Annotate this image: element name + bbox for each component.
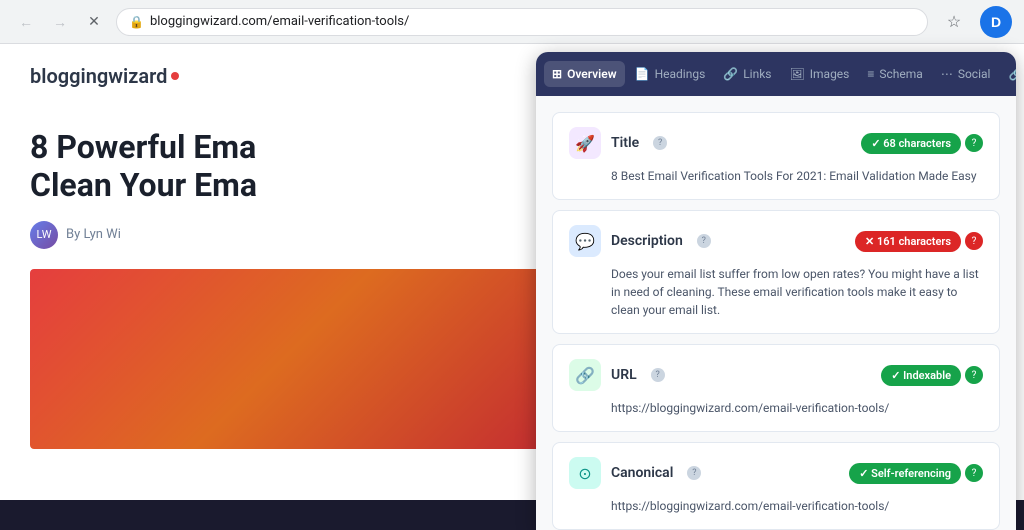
title-row: 🚀 Title ? ✓ 68 characters ? 8 Best Email… bbox=[552, 112, 1000, 200]
url-text: bloggingwizard.com/email-verification-to… bbox=[150, 14, 409, 29]
forward-button[interactable]: → bbox=[46, 8, 74, 36]
back-button[interactable]: ← bbox=[12, 8, 40, 36]
title-help-icon[interactable]: ? bbox=[653, 136, 667, 150]
images-icon: 🖼 bbox=[790, 67, 805, 81]
description-help-icon[interactable]: ? bbox=[697, 234, 711, 248]
title-label: Title bbox=[611, 135, 639, 151]
author-text: By Lyn Wi bbox=[66, 227, 121, 242]
url-row-header: 🔗 URL ? ✓ Indexable ? bbox=[569, 359, 983, 391]
description-row-header: 💬 Description ? ✕ 161 characters ? bbox=[569, 225, 983, 257]
address-bar[interactable]: 🔒 bloggingwizard.com/email-verification-… bbox=[116, 8, 928, 36]
canonical-label: Canonical bbox=[611, 465, 673, 481]
title-icon: 🚀 bbox=[569, 127, 601, 159]
description-label: Description bbox=[611, 233, 683, 249]
canonical-badge-help[interactable]: ? bbox=[965, 464, 983, 482]
url-badge-help[interactable]: ? bbox=[965, 366, 983, 384]
description-icon: 💬 bbox=[569, 225, 601, 257]
bookmark-button[interactable]: ☆ bbox=[940, 8, 968, 36]
nav-buttons: ← → ✕ bbox=[12, 8, 108, 36]
canonical-help-icon[interactable]: ? bbox=[687, 466, 701, 480]
title-value: 8 Best Email Verification Tools For 2021… bbox=[569, 167, 983, 185]
url-icon: 🔗 bbox=[569, 359, 601, 391]
panel-body: 🚀 Title ? ✓ 68 characters ? 8 Best Email… bbox=[536, 96, 1016, 530]
headings-icon: 📄 bbox=[635, 67, 650, 81]
description-badge: ✕ 161 characters bbox=[855, 231, 961, 252]
title-label-group: 🚀 Title ? bbox=[569, 127, 667, 159]
lock-icon: 🔒 bbox=[129, 15, 144, 29]
url-help-icon[interactable]: ? bbox=[651, 368, 665, 382]
reload-button[interactable]: ✕ bbox=[80, 8, 108, 36]
tab-schema[interactable]: ≡ Schema bbox=[859, 61, 930, 87]
url-badge-group: ✓ Indexable ? bbox=[881, 365, 983, 386]
canonical-value: https://bloggingwizard.com/email-verific… bbox=[569, 497, 983, 515]
seo-panel: ⊞ Overview 📄 Headings 🔗 Links 🖼 Images ≡… bbox=[536, 52, 1016, 530]
page-area: bloggingwizard 8 Powerful Ema Clean Your… bbox=[0, 44, 1024, 530]
url-label: URL bbox=[611, 367, 637, 383]
title-badge: ✓ 68 characters bbox=[861, 133, 961, 154]
canonical-row-header: ⊙ Canonical ? ✓ Self-referencing ? bbox=[569, 457, 983, 489]
tab-overview[interactable]: ⊞ Overview bbox=[544, 61, 625, 87]
url-row: 🔗 URL ? ✓ Indexable ? https://bloggingwi… bbox=[552, 344, 1000, 432]
tab-links[interactable]: 🔗 Links bbox=[715, 61, 779, 87]
url-badge: ✓ Indexable bbox=[881, 365, 961, 386]
title-row-header: 🚀 Title ? ✓ 68 characters ? bbox=[569, 127, 983, 159]
description-label-group: 💬 Description ? bbox=[569, 225, 711, 257]
browser-chrome: ← → ✕ 🔒 bloggingwizard.com/email-verific… bbox=[0, 0, 1024, 44]
description-badge-group: ✕ 161 characters ? bbox=[855, 231, 983, 252]
canonical-badge-group: ✓ Self-referencing ? bbox=[849, 463, 983, 484]
tab-headings[interactable]: 📄 Headings bbox=[627, 61, 714, 87]
quicklinks-icon: 🔗 bbox=[1008, 67, 1016, 81]
canonical-label-group: ⊙ Canonical ? bbox=[569, 457, 701, 489]
description-value: Does your email list suffer from low ope… bbox=[569, 265, 983, 319]
social-icon: ⋯ bbox=[941, 67, 953, 81]
title-badge-help[interactable]: ? bbox=[965, 134, 983, 152]
extension-button[interactable]: D bbox=[980, 6, 1012, 38]
description-row: 💬 Description ? ✕ 161 characters ? Does … bbox=[552, 210, 1000, 334]
description-badge-help[interactable]: ? bbox=[965, 232, 983, 250]
schema-icon: ≡ bbox=[867, 67, 874, 81]
author-avatar: LW bbox=[30, 221, 58, 249]
tab-social[interactable]: ⋯ Social bbox=[933, 61, 999, 87]
canonical-row: ⊙ Canonical ? ✓ Self-referencing ? https… bbox=[552, 442, 1000, 530]
overview-icon: ⊞ bbox=[552, 67, 562, 81]
links-icon: 🔗 bbox=[723, 67, 738, 81]
panel-nav: ⊞ Overview 📄 Headings 🔗 Links 🖼 Images ≡… bbox=[536, 52, 1016, 96]
tab-quicklinks[interactable]: 🔗 Quick Links bbox=[1000, 61, 1016, 87]
logo-dot bbox=[171, 72, 179, 80]
canonical-icon: ⊙ bbox=[569, 457, 601, 489]
canonical-badge: ✓ Self-referencing bbox=[849, 463, 961, 484]
title-badge-group: ✓ 68 characters ? bbox=[861, 133, 983, 154]
site-logo: bloggingwizard bbox=[30, 64, 179, 88]
url-label-group: 🔗 URL ? bbox=[569, 359, 665, 391]
url-value: https://bloggingwizard.com/email-verific… bbox=[569, 399, 983, 417]
tab-images[interactable]: 🖼 Images bbox=[782, 61, 858, 87]
